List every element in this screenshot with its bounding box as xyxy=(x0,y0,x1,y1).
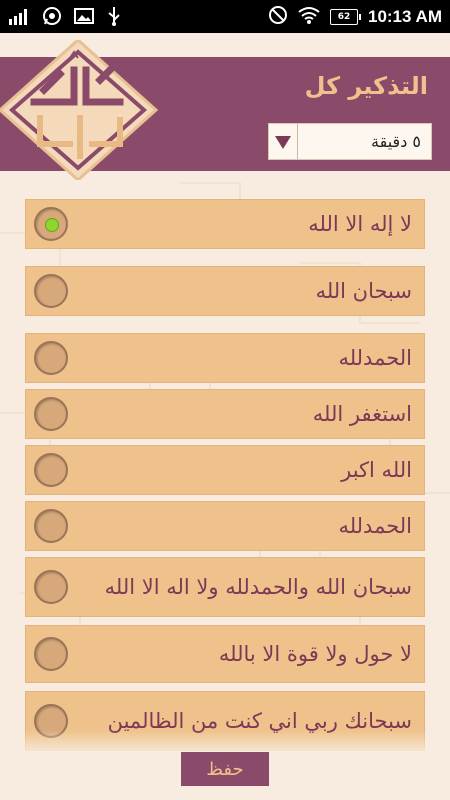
list-item[interactable]: الحمدلله xyxy=(25,501,425,551)
clock: 10:13 AM xyxy=(367,7,442,26)
list-item[interactable]: لا حول ولا قوة الا بالله xyxy=(25,625,425,683)
wifi-icon xyxy=(298,6,320,28)
list-item-label: الحمدلله xyxy=(338,346,412,370)
radio-selected-dot xyxy=(45,218,59,232)
list-item-label: لا حول ولا قوة الا بالله xyxy=(218,642,412,666)
chevron-down-icon xyxy=(269,124,298,159)
radio-button[interactable] xyxy=(34,274,68,308)
list-item-label: سبحان الله xyxy=(315,279,412,303)
list-item[interactable]: الحمدلله xyxy=(25,333,425,383)
list-item-label: سبحان الله والحمدلله ولا اله الا الله xyxy=(104,575,412,599)
do-not-disturb-icon xyxy=(268,5,288,29)
status-bar: 62 10:13 AM xyxy=(0,0,450,33)
list-item-label: استغفر الله xyxy=(312,402,412,426)
signal-icon xyxy=(8,7,30,29)
page-title: التذكير كل xyxy=(304,72,428,100)
image-icon xyxy=(74,7,94,29)
radio-button[interactable] xyxy=(34,207,68,241)
radio-button[interactable] xyxy=(34,509,68,543)
list-item-label: الله اكبر xyxy=(341,458,412,482)
list-item[interactable]: لا إله الا الله xyxy=(25,199,425,249)
radio-button[interactable] xyxy=(34,453,68,487)
usb-icon xyxy=(106,6,122,30)
radio-button[interactable] xyxy=(34,341,68,375)
calligraphy-logo-icon xyxy=(0,37,160,183)
list-item-label: الحمدلله xyxy=(338,514,412,538)
radio-button[interactable] xyxy=(34,570,68,604)
list-item[interactable]: سبحان الله والحمدلله ولا اله الا الله xyxy=(25,557,425,617)
list-item[interactable]: استغفر الله xyxy=(25,389,425,439)
dropdown-value: ٥ دقيقة xyxy=(371,132,421,151)
list-item[interactable]: الله اكبر xyxy=(25,445,425,495)
whatsapp-icon xyxy=(42,6,62,30)
radio-button[interactable] xyxy=(34,397,68,431)
interval-dropdown[interactable]: ٥ دقيقة xyxy=(268,123,432,160)
radio-button[interactable] xyxy=(34,637,68,671)
save-button[interactable]: حفظ xyxy=(181,752,269,786)
list-item-label: لا إله الا الله xyxy=(308,212,412,236)
battery-icon: 62 xyxy=(329,9,361,25)
list-item[interactable]: سبحان الله xyxy=(25,266,425,316)
